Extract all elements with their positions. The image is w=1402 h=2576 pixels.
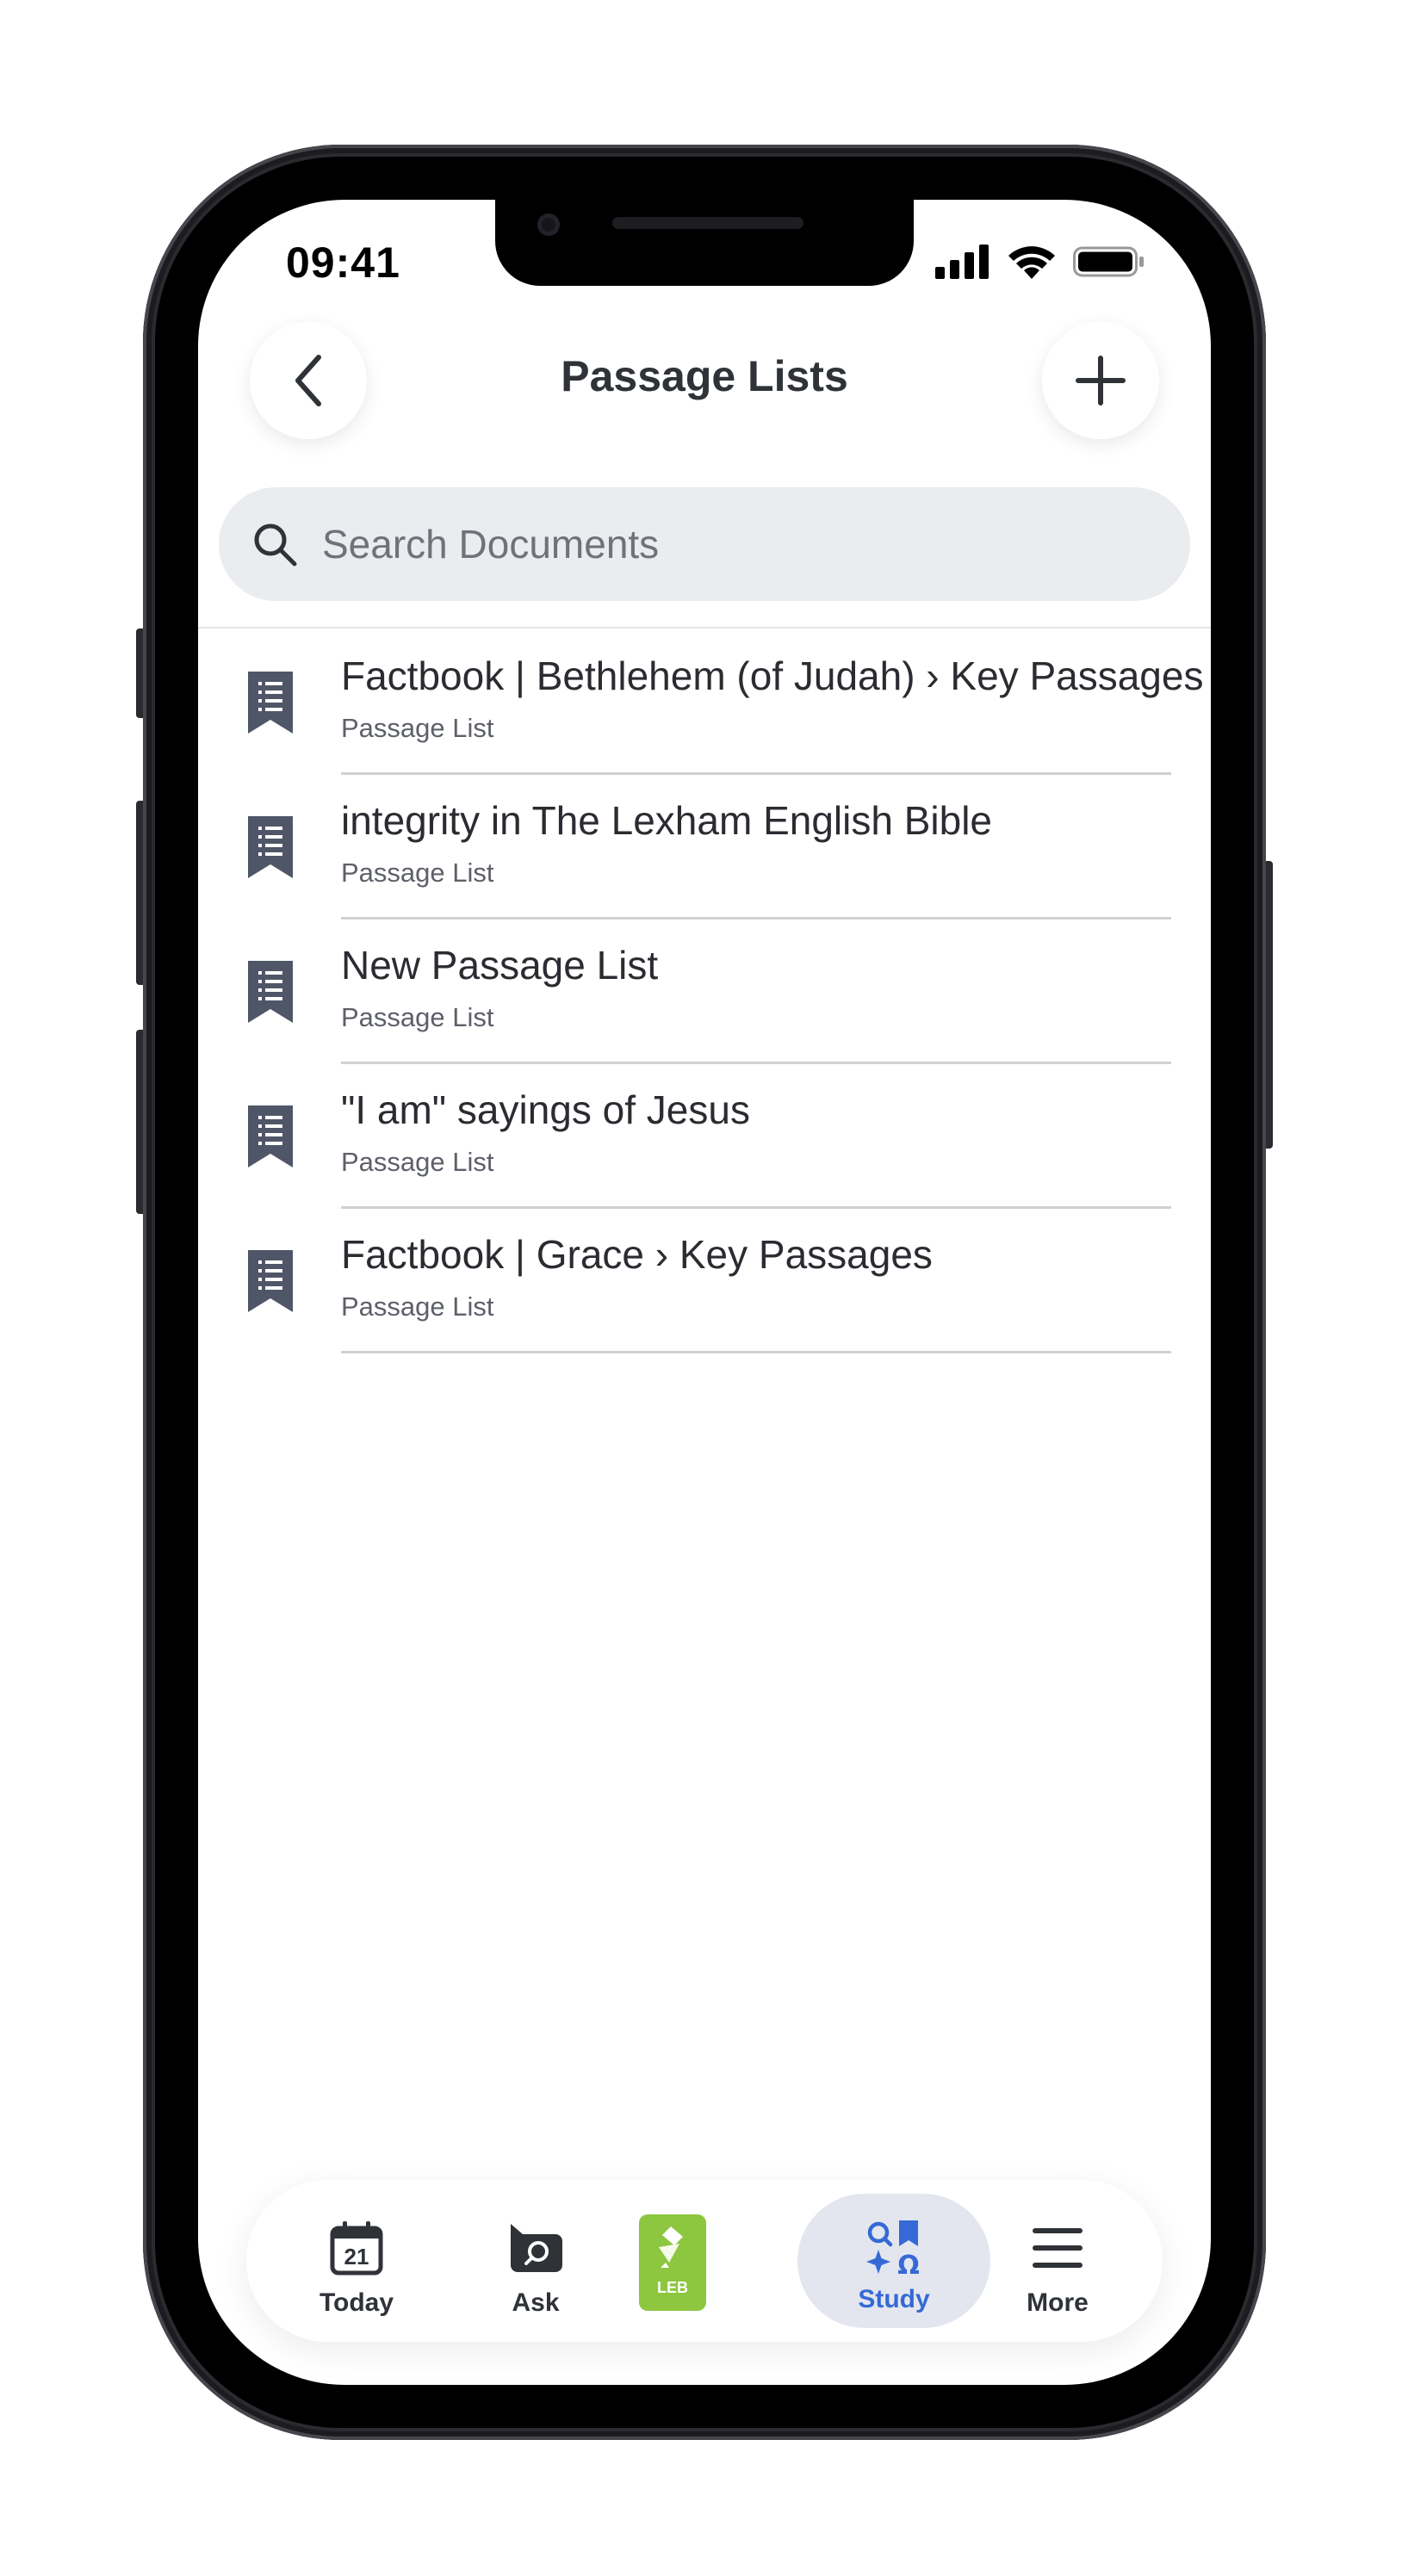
list-item-title: "I am" sayings of Jesus	[341, 1087, 750, 1132]
chat-search-icon	[511, 2224, 562, 2272]
list-item-title: Factbook | Bethlehem (of Judah) › Key Pa…	[341, 653, 1204, 698]
menu-icon	[1033, 2228, 1083, 2268]
list-item-title: Factbook | Grace › Key Passages	[341, 1232, 933, 1277]
svg-text:Ω: Ω	[897, 2251, 920, 2277]
plus-icon	[1076, 356, 1126, 406]
cellular-signal-icon	[935, 245, 989, 279]
wifi-icon	[1008, 246, 1055, 279]
list-item[interactable]: integrity in The Lexham English Bible Pa…	[198, 775, 1211, 920]
passage-list-icon	[248, 961, 293, 1023]
tab-study[interactable]: Ω Study	[797, 2194, 990, 2328]
notch	[495, 200, 914, 286]
study-icon: Ω	[866, 2220, 920, 2277]
bible-book-icon: LEB	[639, 2214, 706, 2311]
divider	[341, 1351, 1171, 1353]
bottom-tab-bar: 21 Today Ask LEB Ω Study More	[246, 2180, 1163, 2342]
status-time: 09:41	[286, 238, 400, 287]
passage-list-icon	[248, 1250, 293, 1312]
list-item[interactable]: New Passage List Passage List	[198, 920, 1211, 1064]
search-icon	[254, 523, 297, 567]
list-item-subtitle: Passage List	[341, 713, 494, 743]
list-item-subtitle: Passage List	[341, 1147, 494, 1177]
tab-label: More	[1027, 2288, 1089, 2317]
status-icons	[935, 245, 1145, 279]
passage-list: Factbook | Bethlehem (of Judah) › Key Pa…	[198, 630, 1211, 1353]
calendar-day: 21	[344, 2244, 369, 2269]
list-item-subtitle: Passage List	[341, 858, 494, 888]
tab-today[interactable]: 21 Today	[279, 2180, 434, 2342]
battery-icon	[1073, 246, 1144, 277]
tab-label: Study	[858, 2285, 930, 2313]
list-item-title: integrity in The Lexham English Bible	[341, 798, 993, 843]
tab-label: LEB	[657, 2279, 688, 2296]
leb-logo-icon	[659, 2226, 683, 2268]
tab-label: Ask	[512, 2288, 560, 2317]
passage-list-icon	[248, 672, 293, 734]
front-camera	[537, 214, 560, 236]
tab-ask[interactable]: Ask	[458, 2180, 613, 2342]
list-item-subtitle: Passage List	[341, 1291, 494, 1322]
header-divider	[198, 627, 1211, 629]
passage-list-icon	[248, 1105, 293, 1167]
list-item-title: New Passage List	[341, 943, 659, 988]
add-button[interactable]	[1042, 322, 1159, 439]
passage-list-icon	[248, 816, 293, 878]
list-item[interactable]: Factbook | Bethlehem (of Judah) › Key Pa…	[198, 630, 1211, 775]
tab-bible[interactable]: LEB	[639, 2214, 708, 2314]
app-screen: 09:41 Passage Lists Search Documents Fac…	[198, 200, 1211, 2385]
calendar-icon: 21	[330, 2221, 383, 2276]
list-item[interactable]: "I am" sayings of Jesus Passage List	[198, 1064, 1211, 1209]
search-input[interactable]	[320, 520, 1190, 568]
tab-label: Today	[319, 2288, 394, 2317]
tab-more[interactable]: More	[980, 2180, 1135, 2342]
search-bar[interactable]	[219, 487, 1190, 601]
list-item-subtitle: Passage List	[341, 1002, 494, 1032]
list-item[interactable]: Factbook | Grace › Key Passages Passage …	[198, 1209, 1211, 1353]
